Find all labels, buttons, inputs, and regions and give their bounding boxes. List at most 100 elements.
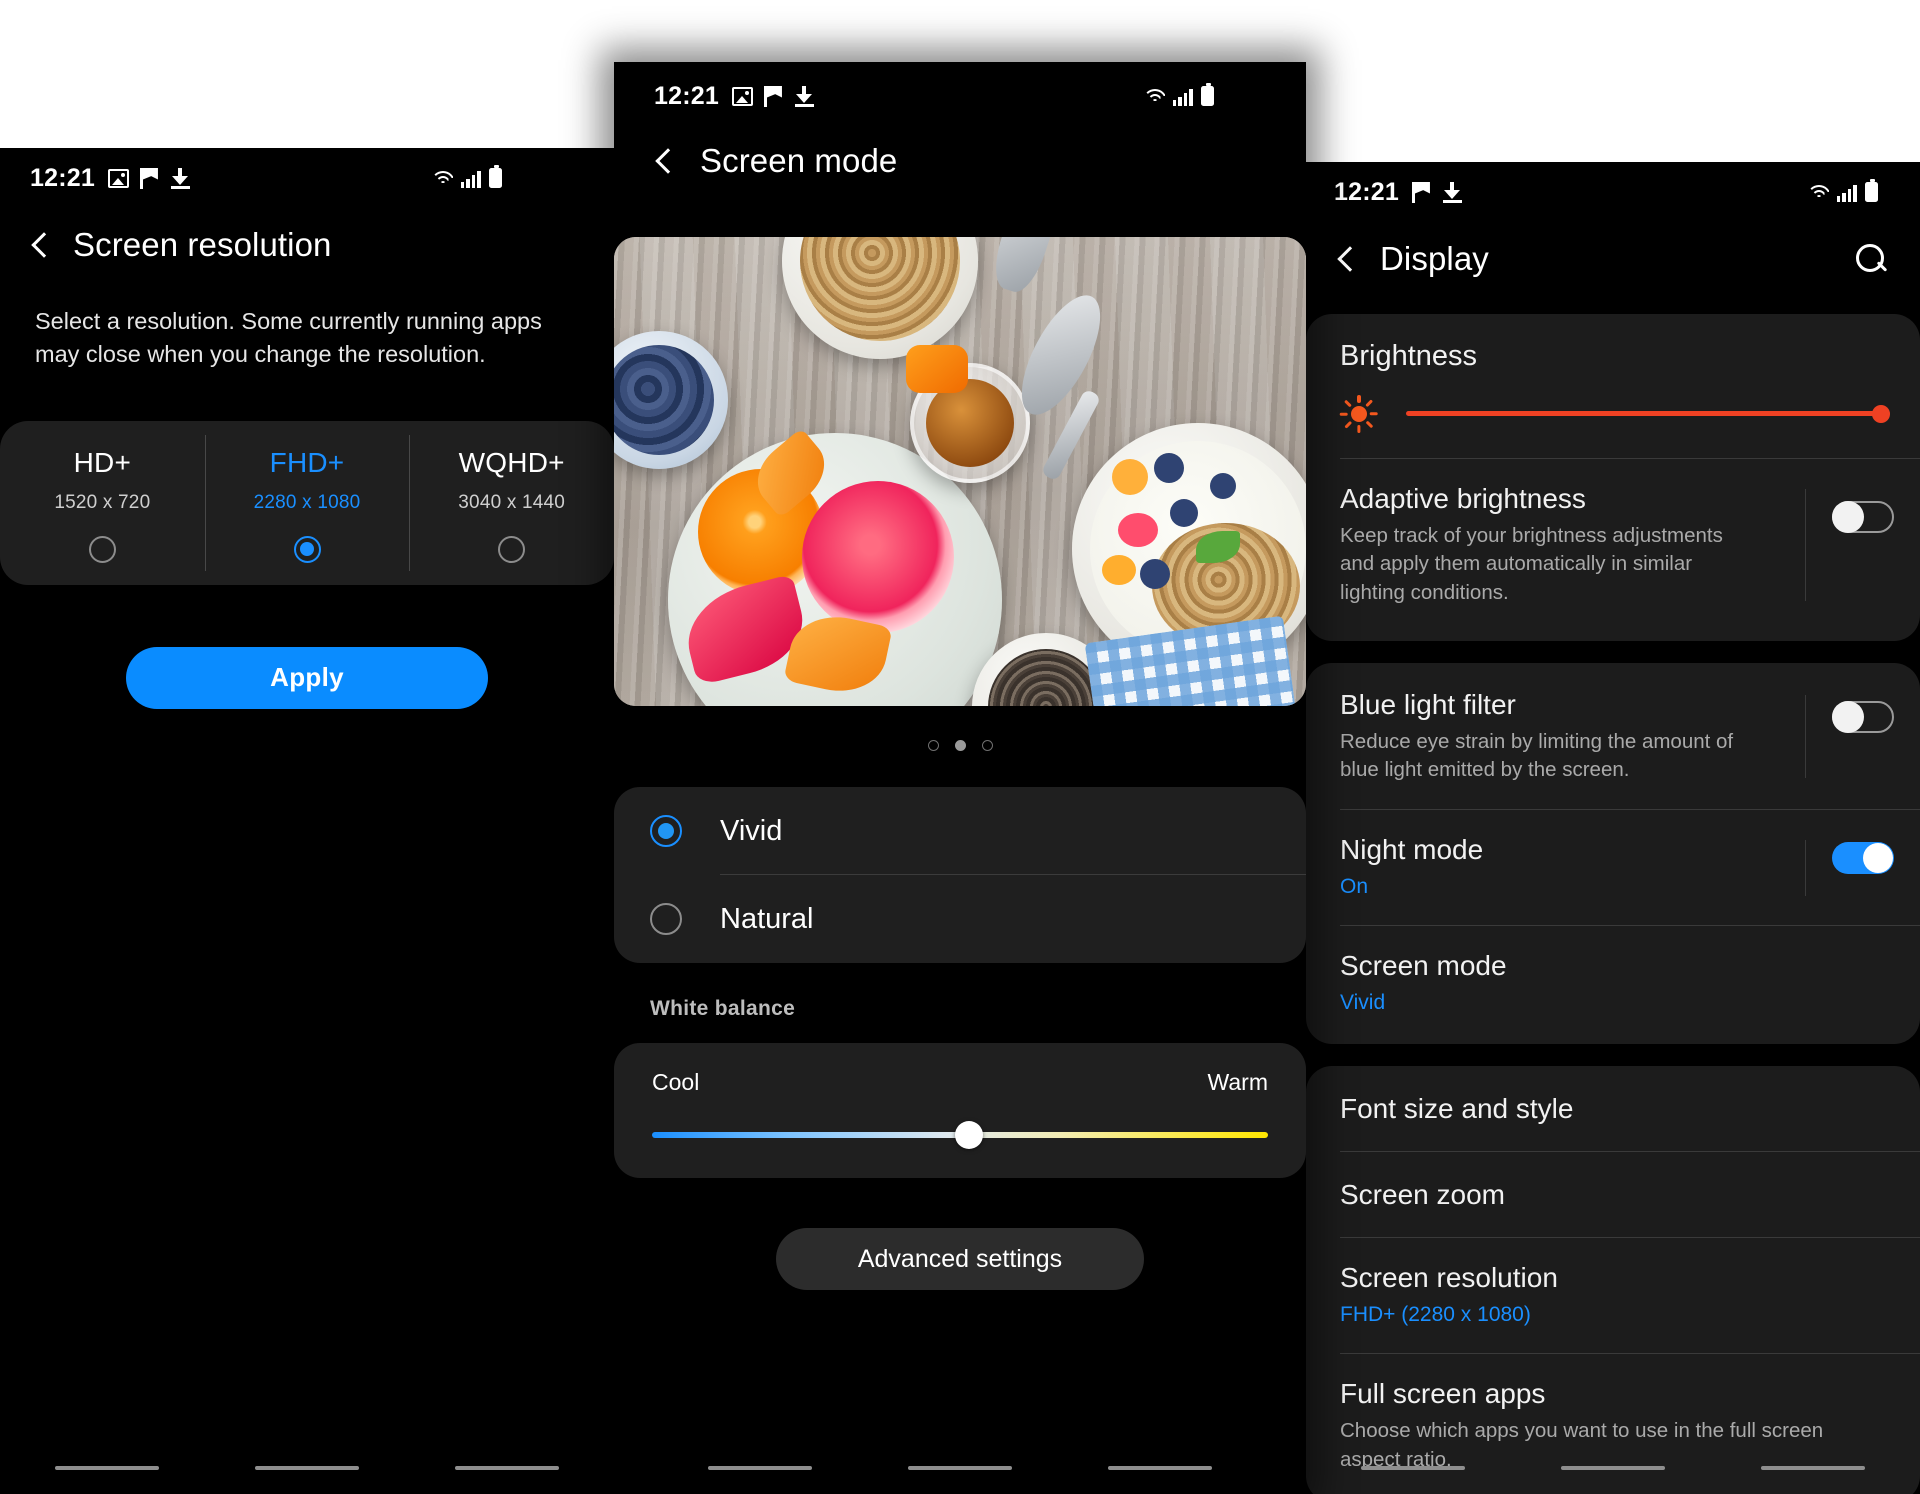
row-separator: [1805, 489, 1806, 601]
nav-home-pill[interactable]: [255, 1466, 359, 1470]
nav-back-pill[interactable]: [1761, 1466, 1865, 1470]
resolution-radio-fhd[interactable]: [293, 535, 321, 563]
mode-label-vivid: Vivid: [720, 814, 783, 847]
brightness-track: [1406, 411, 1890, 416]
resolution-option-name: WQHD+: [458, 446, 565, 478]
night-mode-row[interactable]: Night mode On: [1306, 810, 1920, 927]
blue-light-filter-subtitle: Reduce eye strain by limiting the amount…: [1340, 729, 1734, 782]
blue-light-filter-title: Blue light filter: [1340, 688, 1516, 720]
full-screen-apps-title: Full screen apps: [1340, 1378, 1546, 1410]
resolution-option-wqhd[interactable]: WQHD+ 3040 x 1440: [409, 421, 614, 585]
battery-icon: [489, 165, 502, 188]
radio-natural[interactable]: [650, 903, 682, 935]
phone-panel-display: 12:21 Display Brightness Adaptive bright…: [1306, 162, 1920, 1494]
status-time: 12:21: [1334, 177, 1399, 206]
radio-vivid[interactable]: [650, 815, 682, 847]
brightness-thumb[interactable]: [1872, 405, 1890, 423]
white-balance-card: Cool Warm: [614, 1043, 1306, 1178]
download-icon: [794, 85, 814, 107]
adaptive-brightness-toggle[interactable]: [1832, 501, 1894, 533]
resolution-radio-hd[interactable]: [88, 535, 116, 563]
display-layout-card: Font size and style Screen zoom Screen r…: [1306, 1066, 1920, 1494]
nav-recents-pill[interactable]: [55, 1466, 159, 1470]
screen-resolution-row-title: Screen resolution: [1340, 1262, 1558, 1294]
adaptive-brightness-row[interactable]: Adaptive brightness Keep track of your b…: [1306, 459, 1920, 635]
nav-back-pill[interactable]: [1108, 1466, 1212, 1470]
nav-home-pill[interactable]: [1561, 1466, 1665, 1470]
resolution-description: Select a resolution. Some currently runn…: [35, 308, 542, 368]
resolution-radio-wqhd[interactable]: [498, 535, 526, 563]
screen-zoom-title: Screen zoom: [1340, 1179, 1505, 1211]
page-dot[interactable]: [927, 740, 939, 751]
screenshot-stage: 12:21 Screen resolution Select a resolut…: [0, 0, 1920, 1494]
font-size-and-style-row[interactable]: Font size and style: [1306, 1066, 1920, 1153]
preview-page-dots: [614, 740, 1306, 751]
white-balance-thumb[interactable]: [955, 1121, 984, 1149]
mode-label-natural: Natural: [720, 902, 814, 935]
back-icon[interactable]: [26, 231, 54, 259]
back-icon[interactable]: [650, 147, 678, 175]
screen-mode-row[interactable]: Screen mode Vivid: [1306, 926, 1920, 1044]
screen-mode-preview-image: [614, 237, 1306, 706]
system-nav-bar-mid: [614, 1442, 1306, 1494]
screen-mode-row-title: Screen mode: [1340, 950, 1507, 982]
night-mode-title: Night mode: [1340, 834, 1484, 866]
battery-icon: [1865, 179, 1878, 202]
adaptive-brightness-subtitle: Keep track of your brightness adjustment…: [1340, 524, 1723, 604]
status-bar-right: 12:21: [1306, 162, 1920, 216]
brightness-title: Brightness: [1340, 340, 1478, 372]
resolution-option-hd[interactable]: HD+ 1520 x 720: [0, 421, 205, 585]
app-bar-screen-resolution: Screen resolution: [0, 202, 614, 264]
gallery-icon: [107, 168, 129, 188]
search-icon[interactable]: [1854, 242, 1888, 276]
white-balance-cool-label: Cool: [652, 1069, 700, 1095]
nav-recents-pill[interactable]: [1361, 1466, 1465, 1470]
screen-mode-row-value: Vivid: [1340, 991, 1386, 1015]
blue-light-filter-toggle[interactable]: [1832, 700, 1894, 733]
nav-back-pill[interactable]: [455, 1466, 559, 1470]
resolution-option-fhd[interactable]: FHD+ 2280 x 1080: [204, 421, 410, 585]
blue-light-filter-row[interactable]: Blue light filter Reduce eye strain by l…: [1306, 663, 1920, 811]
screen-mode-option-vivid[interactable]: Vivid: [614, 787, 1306, 875]
white-balance-slider[interactable]: [652, 1121, 1268, 1149]
nav-recents-pill[interactable]: [708, 1466, 812, 1470]
status-time: 12:21: [654, 81, 719, 110]
night-mode-value: On: [1340, 875, 1369, 899]
status-bar-mid: 12:21: [614, 62, 1306, 116]
gallery-icon: [731, 86, 753, 106]
screen-resolution-row[interactable]: Screen resolution FHD+ (2280 x 1080): [1306, 1238, 1920, 1355]
battery-icon: [1201, 83, 1214, 106]
row-separator: [1805, 694, 1806, 779]
white-balance-caption: White balance: [650, 997, 796, 1020]
nav-home-pill[interactable]: [908, 1466, 1012, 1470]
page-dot[interactable]: [981, 740, 993, 751]
app-bar-display: Display: [1306, 216, 1920, 278]
apply-button[interactable]: Apply: [126, 646, 488, 709]
flag-icon: [763, 85, 784, 107]
phone-panel-screen-resolution: 12:21 Screen resolution Select a resolut…: [0, 148, 614, 1494]
screen-zoom-row[interactable]: Screen zoom: [1306, 1152, 1920, 1239]
screen-mode-options: Vivid Natural: [614, 787, 1306, 963]
resolution-selector: HD+ 1520 x 720 FHD+ 2280 x 1080 WQHD+ 30…: [0, 420, 614, 585]
signal-icon: [461, 170, 483, 188]
page-title: Display: [1380, 240, 1489, 277]
signal-icon: [1837, 184, 1859, 202]
brightness-card: Brightness Adaptive brightness Keep trac…: [1306, 314, 1920, 641]
advanced-settings-button[interactable]: Advanced settings: [776, 1228, 1144, 1290]
white-balance-warm-label: Warm: [1207, 1069, 1268, 1095]
brightness-row: Brightness: [1306, 314, 1920, 459]
resolution-option-dims: 3040 x 1440: [458, 491, 566, 513]
download-icon: [170, 167, 190, 189]
wifi-icon: [431, 170, 455, 188]
night-mode-toggle[interactable]: [1832, 842, 1894, 875]
back-icon[interactable]: [1332, 245, 1360, 273]
status-bar-left: 12:21: [0, 148, 614, 202]
resolution-option-dims: 2280 x 1080: [253, 491, 361, 513]
brightness-slider[interactable]: [1406, 405, 1890, 423]
screen-mode-option-natural[interactable]: Natural: [614, 875, 1306, 963]
font-size-and-style-title: Font size and style: [1340, 1093, 1574, 1125]
resolution-option-name: HD+: [73, 446, 132, 478]
signal-icon: [1173, 88, 1195, 106]
page-dot-active[interactable]: [954, 740, 966, 751]
wifi-icon: [1807, 184, 1831, 202]
